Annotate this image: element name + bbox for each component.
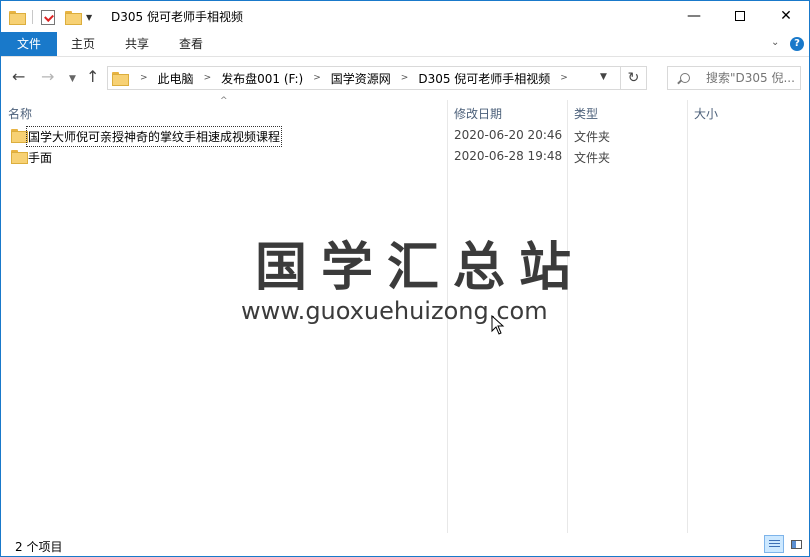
- window-title: D305 倪可老师手相视频: [111, 10, 243, 24]
- properties-icon[interactable]: [41, 9, 55, 25]
- up-button[interactable]: ↑: [86, 69, 99, 85]
- item-count: 2 个项目: [15, 540, 63, 554]
- help-icon[interactable]: ?: [790, 37, 804, 51]
- close-button[interactable]: ✕: [763, 1, 809, 31]
- minimize-button[interactable]: —: [671, 1, 717, 31]
- list-item[interactable]: 手面 2020-06-28 19:48 文件夹: [1, 146, 809, 167]
- file-date: 2020-06-28 19:48: [454, 149, 563, 163]
- breadcrumb-item-folder[interactable]: 国学资源网: [331, 70, 391, 87]
- navigation-bar: ← → ▼ ↑ > 此电脑 > 发布盘001 (F:) > 国学资源网 > D3…: [1, 58, 809, 98]
- watermark-title: 国学汇总站: [255, 238, 586, 298]
- breadcrumb: > 此电脑 > 发布盘001 (F:) > 国学资源网 > D305 倪可老师手…: [134, 67, 578, 89]
- folder-icon: [11, 150, 28, 164]
- file-date: 2020-06-20 20:46: [454, 128, 563, 142]
- breadcrumb-chevron-icon[interactable]: >: [204, 73, 212, 83]
- explorer-window: ▼ D305 倪可老师手相视频 — ✕ 文件 主页 共享 查看 ⌄ ? ← → …: [0, 0, 810, 557]
- breadcrumb-item-current[interactable]: D305 倪可老师手相视频: [418, 70, 550, 87]
- tab-share[interactable]: 共享: [117, 32, 157, 56]
- search-box[interactable]: [667, 66, 802, 90]
- minimize-icon: —: [687, 8, 701, 24]
- refresh-button[interactable]: ↻: [621, 66, 647, 90]
- quick-access-toolbar: ▼: [9, 7, 92, 27]
- column-header-name[interactable]: 名称: [8, 105, 32, 122]
- refresh-icon: ↻: [627, 70, 640, 86]
- address-history-dropdown-icon[interactable]: ▼: [600, 72, 607, 82]
- breadcrumb-chevron-icon[interactable]: >: [313, 73, 321, 83]
- close-icon: ✕: [780, 8, 792, 24]
- file-name[interactable]: 国学大师倪可亲授神奇的掌纹手相速成视频课程: [25, 126, 283, 147]
- maximize-button[interactable]: [717, 1, 763, 31]
- file-type: 文件夹: [574, 130, 611, 144]
- search-icon: [680, 73, 690, 83]
- large-icons-view-icon: [791, 540, 802, 549]
- address-bar[interactable]: > 此电脑 > 发布盘001 (F:) > 国学资源网 > D305 倪可老师手…: [107, 66, 621, 90]
- large-icons-view-button[interactable]: [786, 535, 806, 553]
- mouse-cursor-icon: [491, 315, 505, 335]
- breadcrumb-chevron-icon[interactable]: >: [401, 73, 409, 83]
- new-folder-icon[interactable]: [65, 11, 82, 25]
- list-item[interactable]: 国学大师倪可亲授神奇的掌纹手相速成视频课程 2020-06-20 20:46 文…: [1, 125, 809, 147]
- folder-icon: [11, 129, 28, 143]
- toolbar-separator: [32, 10, 33, 24]
- breadcrumb-chevron-icon[interactable]: >: [560, 73, 568, 83]
- breadcrumb-item-drive[interactable]: 发布盘001 (F:): [221, 70, 303, 87]
- file-list: 国学大师倪可亲授神奇的掌纹手相速成视频课程 2020-06-20 20:46 文…: [1, 125, 809, 167]
- forward-button[interactable]: →: [41, 69, 54, 85]
- ribbon: 文件 主页 共享 查看 ⌄ ?: [1, 32, 809, 57]
- recent-locations-dropdown-icon[interactable]: ▼: [69, 71, 76, 87]
- status-bar: 2 个项目: [1, 533, 809, 556]
- column-header-size[interactable]: 大小: [694, 105, 718, 122]
- column-header-type[interactable]: 类型: [574, 105, 598, 122]
- folder-icon[interactable]: [9, 11, 26, 25]
- breadcrumb-chevron-icon[interactable]: >: [140, 73, 148, 83]
- details-view-icon: [769, 540, 780, 549]
- customize-toolbar-dropdown-icon[interactable]: ▼: [86, 13, 92, 22]
- folder-icon: [112, 72, 129, 86]
- file-name[interactable]: 手面: [28, 149, 52, 166]
- title-bar: ▼ D305 倪可老师手相视频 — ✕: [1, 1, 809, 32]
- expand-ribbon-chevron-icon[interactable]: ⌄: [771, 37, 779, 48]
- details-view-button[interactable]: [764, 535, 784, 553]
- file-type: 文件夹: [574, 151, 611, 165]
- sort-ascending-icon: ^: [220, 96, 228, 106]
- tab-home[interactable]: 主页: [63, 32, 103, 56]
- tab-view[interactable]: 查看: [171, 32, 211, 56]
- tab-file[interactable]: 文件: [1, 32, 57, 56]
- column-header-date[interactable]: 修改日期: [454, 105, 502, 122]
- breadcrumb-item-this-pc[interactable]: 此电脑: [158, 70, 194, 87]
- search-input[interactable]: [706, 67, 802, 89]
- maximize-icon: [735, 11, 745, 21]
- back-button[interactable]: ←: [12, 69, 25, 85]
